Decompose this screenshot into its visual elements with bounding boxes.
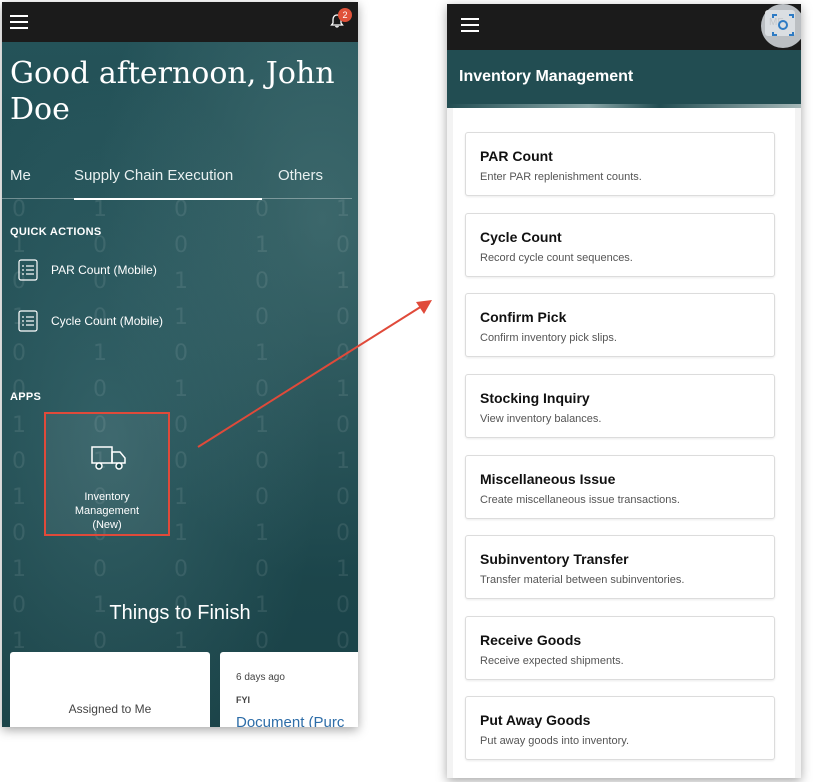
task-subtitle: Record cycle count sequences.	[480, 252, 633, 264]
task-title: PAR Count	[480, 148, 553, 164]
task-title: Confirm Pick	[480, 309, 567, 325]
hamburger-icon[interactable]	[461, 18, 479, 32]
task-subtitle: Receive expected shipments.	[480, 655, 624, 667]
page-header: Inventory Management	[447, 50, 801, 104]
task-subtitle: View inventory balances.	[480, 413, 602, 425]
task-title: Stocking Inquiry	[480, 390, 590, 406]
task-put-away-goods[interactable]: Put Away Goods Put away goods into inven…	[465, 696, 775, 760]
task-title: Subinventory Transfer	[480, 551, 629, 567]
task-subtitle: Create miscellaneous issue transactions.	[480, 494, 680, 506]
task-cycle-count[interactable]: Cycle Count Record cycle count sequences…	[465, 213, 775, 277]
page-title: Inventory Management	[459, 68, 634, 85]
inventory-management-screen: MF Inventory Management PAR Count Enter …	[447, 4, 801, 778]
task-miscellaneous-issue[interactable]: Miscellaneous Issue Create miscellaneous…	[465, 455, 775, 519]
top-bar: MF	[447, 4, 801, 50]
task-subinventory-transfer[interactable]: Subinventory Transfer Transfer material …	[465, 535, 775, 599]
task-list: PAR Count Enter PAR replenishment counts…	[453, 108, 795, 778]
task-subtitle: Put away goods into inventory.	[480, 735, 629, 747]
task-receive-goods[interactable]: Receive Goods Receive expected shipments…	[465, 616, 775, 680]
task-confirm-pick[interactable]: Confirm Pick Confirm inventory pick slip…	[465, 293, 775, 357]
task-title: Miscellaneous Issue	[480, 471, 616, 487]
task-subtitle: Confirm inventory pick slips.	[480, 332, 617, 344]
task-stocking-inquiry[interactable]: Stocking Inquiry View inventory balances…	[465, 374, 775, 438]
task-title: Receive Goods	[480, 632, 582, 648]
task-title: Put Away Goods	[480, 712, 591, 728]
scan-icon	[772, 14, 794, 36]
task-par-count[interactable]: PAR Count Enter PAR replenishment counts…	[465, 132, 775, 196]
task-subtitle: Enter PAR replenishment counts.	[480, 171, 642, 183]
scan-button[interactable]	[761, 4, 801, 48]
task-title: Cycle Count	[480, 229, 562, 245]
task-subtitle: Transfer material between subinventories…	[480, 574, 685, 586]
